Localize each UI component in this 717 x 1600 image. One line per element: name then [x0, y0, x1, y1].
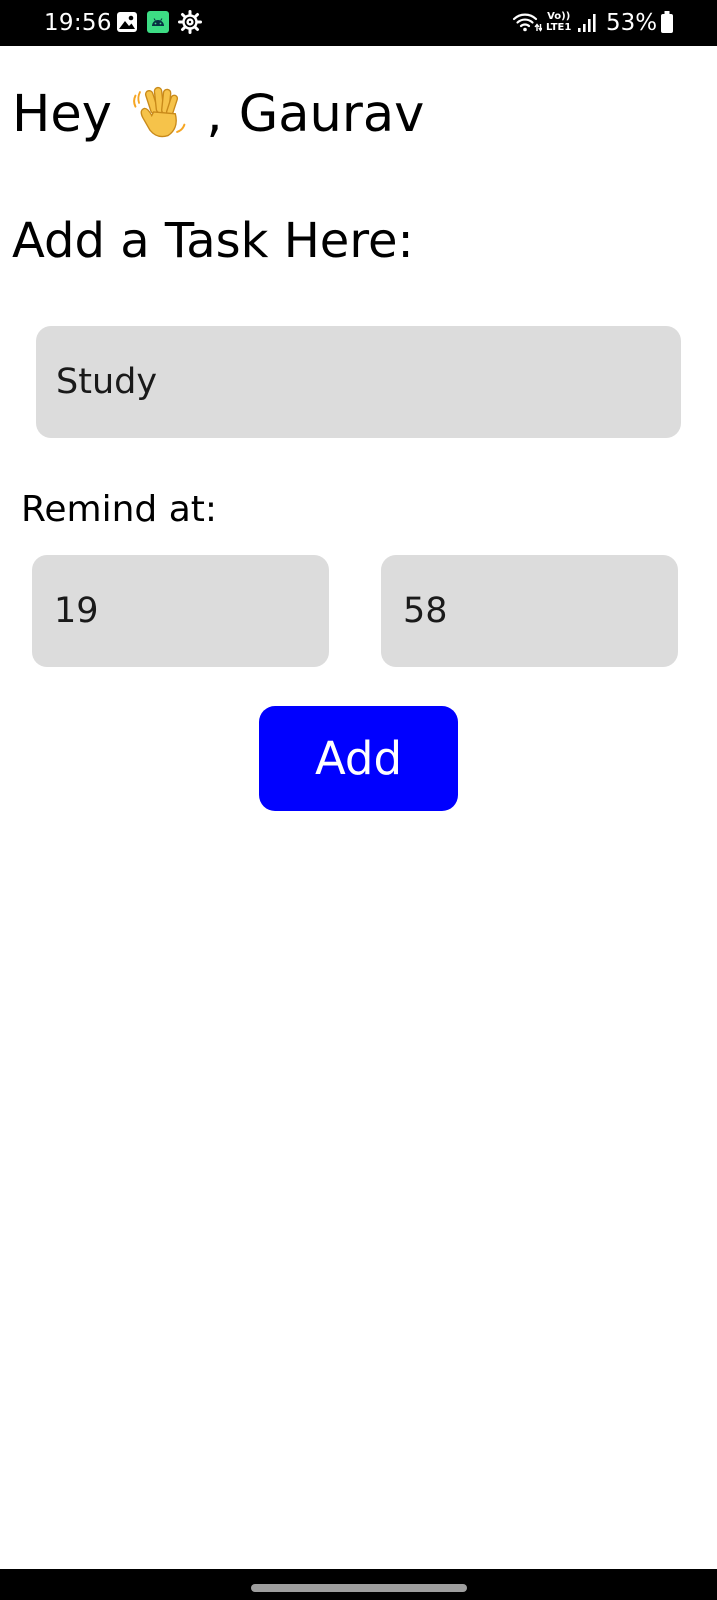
navigation-bar	[0, 1569, 717, 1600]
waving-hand-icon	[133, 86, 186, 138]
greeting-title: Hey , Gaurav	[12, 82, 424, 148]
remind-at-label: Remind at:	[21, 489, 218, 530]
add-button[interactable]: Add	[259, 706, 458, 811]
hour-input[interactable]: 19	[32, 555, 329, 667]
volte-icon: Vo)) LTE1	[546, 11, 571, 33]
add-task-heading: Add a Task Here:	[12, 213, 414, 269]
greeting-prefix: Hey	[12, 85, 112, 144]
android-icon	[147, 11, 169, 33]
lte-label: LTE1	[546, 22, 572, 33]
minute-input[interactable]: 58	[381, 555, 678, 667]
battery-icon	[661, 11, 673, 33]
settings-icon	[178, 10, 202, 34]
status-time: 19:56	[44, 10, 112, 36]
volte-label: Vo))	[547, 11, 571, 22]
greeting-name: , Gaurav	[206, 85, 425, 144]
gallery-icon	[117, 12, 137, 32]
wifi-icon	[512, 13, 542, 32]
task-input[interactable]: Study	[36, 326, 681, 438]
home-indicator[interactable]	[251, 1584, 467, 1592]
battery-percent: 53%	[606, 10, 658, 36]
status-bar: 19:56 Vo)) LTE1 53%	[0, 0, 717, 46]
signal-icon	[578, 14, 596, 32]
